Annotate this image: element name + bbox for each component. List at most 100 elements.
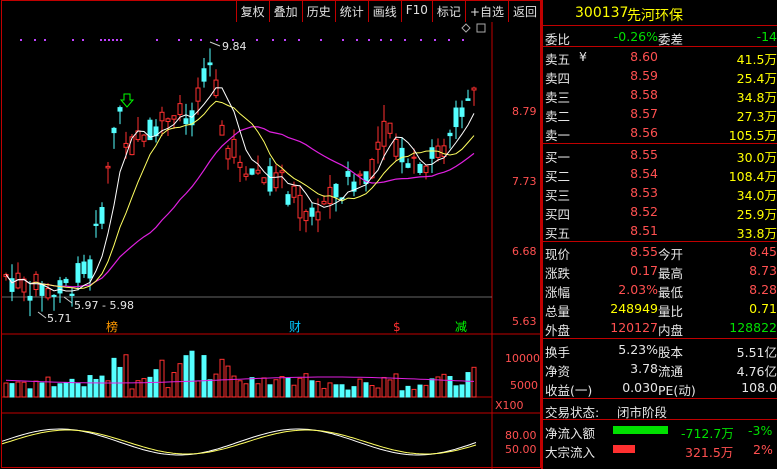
toolbar-button-history[interactable]: 历史 (301, 0, 335, 22)
signal-dot (120, 39, 122, 41)
quote-row: 涨跌 0.17 最高 8.73 (545, 263, 777, 281)
volume-bar (297, 377, 303, 398)
volume-bar (351, 386, 357, 398)
signal-dot (216, 39, 218, 41)
sell-row: 卖二 8.57 27.3万 (545, 106, 777, 124)
volume-bar (411, 388, 417, 398)
candle-body (429, 147, 435, 159)
sell-row: 卖五 ¥8.60 41.5万 (545, 49, 777, 67)
signal-dot (82, 39, 84, 41)
candle-body (225, 147, 231, 160)
low-price-annotation: 5.71 (47, 312, 72, 325)
divider (543, 398, 777, 399)
buy-row: 买一 8.55 30.0万 (545, 147, 777, 165)
down-arrow-marker-icon[interactable] (119, 93, 135, 108)
candle-body (453, 107, 459, 128)
price-tick-773: 7.73 (512, 175, 537, 188)
volume-bar (75, 382, 81, 398)
candle-body (207, 62, 213, 66)
signal-dot (380, 39, 382, 41)
volume-bar (273, 379, 279, 398)
candle-body (183, 118, 189, 125)
ma10-line (5, 100, 475, 290)
toolbar-button-stats[interactable]: 统计 (334, 0, 368, 22)
volume-bar (219, 358, 225, 398)
divider (543, 338, 777, 339)
candle-body (303, 210, 309, 222)
volume-bar (447, 376, 453, 398)
volume-bar (213, 373, 219, 398)
volume-bar (471, 366, 477, 398)
signal-dot (256, 39, 258, 41)
volume-bar (81, 386, 87, 398)
event-marker-dividend[interactable]: $ (393, 320, 401, 334)
toolbar-button-f10[interactable]: F10 (400, 0, 432, 22)
volume-bar (381, 376, 387, 398)
volume-bar (453, 385, 459, 398)
candle-body (195, 87, 201, 102)
toolbar-button-draw[interactable]: 画线 (367, 0, 401, 22)
volume-bar (183, 355, 189, 398)
signal-dot (100, 39, 102, 41)
event-marker-finance[interactable]: 财 (289, 320, 301, 334)
volume-bar (69, 378, 75, 398)
volume-bar (237, 380, 243, 398)
candle-body (111, 127, 117, 134)
ma5-line (5, 87, 475, 292)
settings-diamond-icon[interactable] (461, 23, 471, 33)
volume-bar (321, 387, 327, 398)
volume-bar (207, 379, 213, 398)
volume-bar (465, 372, 471, 398)
candle-body (333, 183, 339, 198)
signal-dot (108, 39, 110, 41)
volume-tick-5000: 5000 (510, 379, 538, 392)
volume-bar (27, 388, 33, 398)
signal-dot (342, 39, 344, 41)
candle-body (165, 118, 171, 122)
kline-chart[interactable]: 8.79 7.73 6.68 5.63 10000 5000 X100 80.0… (0, 22, 541, 469)
stock-code: 300137 (575, 5, 629, 21)
toolbar-button-adjust[interactable]: 复权 (235, 0, 269, 22)
volume-bar (441, 373, 447, 398)
divider (543, 241, 777, 242)
volume-bar (459, 384, 465, 398)
candle-body (471, 87, 477, 91)
block-inflow-label: 大宗流入 (545, 445, 596, 460)
volume-bar (177, 363, 183, 398)
candle-body (315, 211, 321, 221)
sell-row: 卖四 8.59 25.4万 (545, 68, 777, 86)
volume-bar (333, 384, 339, 398)
volume-bar (363, 382, 369, 398)
price-tick-668: 6.68 (512, 245, 537, 258)
candle-body (69, 293, 75, 296)
volume-bar (87, 375, 93, 398)
volume-bar (57, 383, 63, 398)
volume-bar (387, 379, 393, 398)
candle-body (381, 120, 387, 147)
window-toggle-icon[interactable] (476, 23, 486, 33)
candle-body (441, 145, 447, 157)
signal-dot (390, 39, 392, 41)
candle-body (309, 207, 315, 217)
volume-bar (141, 378, 147, 398)
toolbar-button-back[interactable]: 返回 (507, 0, 541, 22)
event-marker-reduce[interactable]: 减 (455, 320, 467, 334)
volume-bar (165, 387, 171, 398)
candle-body (81, 261, 87, 275)
toolbar-button-overlay[interactable]: 叠加 (268, 0, 302, 22)
toolbar-button-mark[interactable]: 标记 (431, 0, 465, 22)
event-marker-list[interactable]: 榜 (106, 319, 118, 334)
volume-bar (339, 384, 345, 398)
volume-bar (3, 382, 9, 398)
volume-bar (33, 380, 39, 398)
fundamental-row: 换手 5.23% 股本 5.51亿 (545, 342, 777, 360)
divider (543, 25, 777, 26)
candle-body (255, 169, 261, 174)
signal-dot (284, 39, 286, 41)
buy-row: 买三 8.53 34.0万 (545, 185, 777, 203)
range-annotation: 5.97 - 5.98 (74, 299, 134, 312)
toolbar-button-add-watchlist[interactable]: +自选 (464, 0, 508, 22)
volume-bar (171, 372, 177, 398)
stock-name: 先河环保 (627, 8, 683, 24)
candle-body (117, 107, 123, 112)
